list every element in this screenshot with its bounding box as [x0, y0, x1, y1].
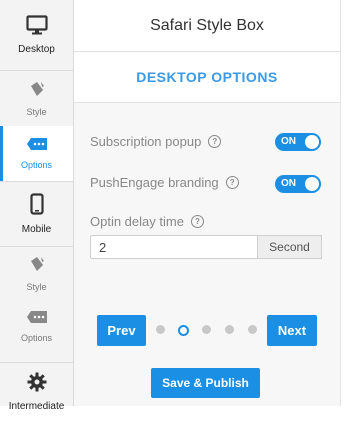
- sidebar-item-label: Options: [20, 332, 53, 343]
- prev-button[interactable]: Prev: [97, 315, 146, 346]
- page-dot[interactable]: [156, 325, 165, 334]
- options-tag-icon: [26, 310, 48, 329]
- branding-label: PushEngage branding: [90, 175, 219, 190]
- optin-delay-unit: Second: [258, 235, 322, 259]
- subscription-popup-label: Subscription popup: [90, 134, 202, 149]
- sidebar-item-label: Mobile: [21, 224, 52, 235]
- sidebar-item-label: Style: [26, 107, 47, 117]
- sidebar-item-style[interactable]: Style: [0, 71, 73, 126]
- options-tag-icon: [26, 137, 48, 156]
- mobile-phone-icon: [29, 193, 44, 220]
- sidebar-item-intermediate[interactable]: Intermediate: [0, 372, 73, 422]
- help-icon[interactable]: ?: [190, 215, 204, 228]
- page-dot[interactable]: [202, 325, 211, 334]
- section-title: DESKTOP OPTIONS: [74, 52, 340, 103]
- sidebar-item-label: Options: [20, 160, 53, 170]
- sidebar-item-desktop[interactable]: Desktop: [0, 0, 73, 70]
- sidebar-item-options-desktop[interactable]: Options: [0, 126, 73, 181]
- toggle-state-label: ON: [281, 178, 296, 189]
- page-title: Safari Style Box: [74, 0, 340, 52]
- optin-delay-input[interactable]: [90, 235, 258, 259]
- options-panel: Safari Style Box DESKTOP OPTIONS Subscri…: [74, 0, 340, 406]
- gear-icon: [27, 372, 47, 397]
- page-dot[interactable]: [248, 325, 257, 334]
- subscription-popup-toggle[interactable]: ON: [275, 133, 321, 151]
- sidebar-item-label: Style: [26, 281, 47, 292]
- active-indicator: [0, 126, 3, 181]
- subscription-popup-row: Subscription popup ?: [90, 134, 222, 149]
- sidebar-item-style-mobile[interactable]: Style: [0, 247, 73, 299]
- sidebar-item-label: Intermediate: [8, 401, 65, 412]
- branding-row: PushEngage branding ?: [90, 175, 239, 190]
- paint-bucket-icon: [28, 80, 46, 103]
- toggle-state-label: ON: [281, 136, 296, 147]
- paint-bucket-icon: [28, 255, 46, 278]
- toggle-knob: [305, 135, 319, 149]
- help-icon[interactable]: ?: [208, 135, 222, 148]
- optin-delay-label: Optin delay time: [90, 214, 184, 229]
- sidebar-divider: [0, 362, 73, 363]
- sidebar-item-options-mobile[interactable]: Options: [0, 300, 73, 352]
- panel-edge: [340, 0, 344, 406]
- save-publish-button[interactable]: Save & Publish: [151, 368, 260, 398]
- help-icon[interactable]: ?: [225, 176, 239, 189]
- sidebar-item-label: Desktop: [18, 44, 55, 55]
- monitor-icon: [25, 15, 48, 40]
- toggle-knob: [305, 177, 319, 191]
- page-dot[interactable]: [225, 325, 234, 334]
- branding-toggle[interactable]: ON: [275, 175, 321, 193]
- optin-delay-row: Optin delay time ?: [90, 214, 204, 229]
- page-dot-current[interactable]: [178, 325, 189, 336]
- sidebar: Desktop Style Options Mobile Style Optio…: [0, 0, 74, 412]
- sidebar-item-mobile[interactable]: Mobile: [0, 182, 73, 246]
- next-button[interactable]: Next: [267, 315, 317, 346]
